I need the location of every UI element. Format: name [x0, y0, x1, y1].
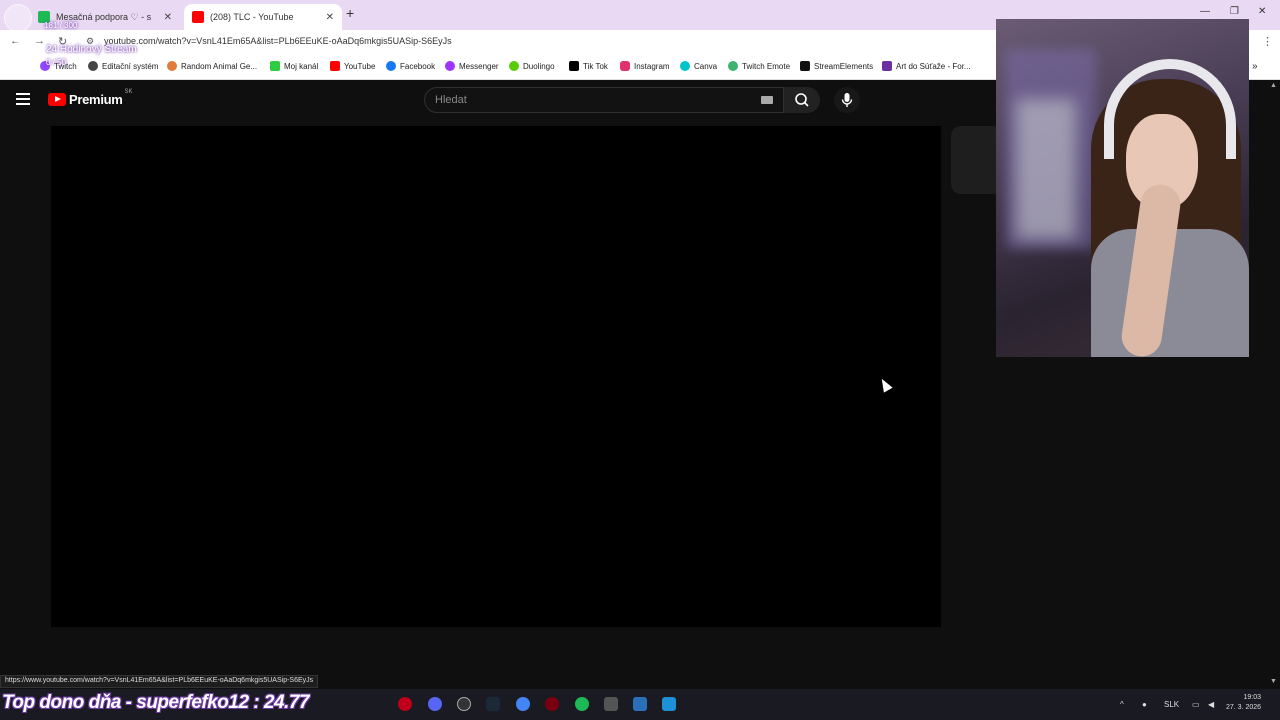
- bookmark-label: YouTube: [344, 61, 376, 71]
- spotify-icon[interactable]: [575, 697, 589, 711]
- goal-avatar-icon: [4, 4, 32, 32]
- region-code: SK: [124, 88, 133, 95]
- tiktok-icon: [569, 61, 579, 71]
- donation-banner: Top dono dňa - superfefko12 : 24.77: [2, 692, 309, 713]
- clock-date: 27. 3. 2026: [1226, 704, 1262, 711]
- volume-icon[interactable]: ◀: [1208, 700, 1214, 709]
- kick-icon: [270, 61, 280, 71]
- scroll-up-icon[interactable]: ▲: [1270, 82, 1277, 89]
- maximize-button[interactable]: ❐: [1230, 6, 1239, 17]
- webcam-background: [1016, 99, 1076, 239]
- tab-youtube[interactable]: (208) TLC - YouTube ✕: [184, 4, 342, 30]
- messenger-icon: [445, 61, 455, 71]
- file-explorer-icon[interactable]: [604, 697, 618, 711]
- playlist-panel[interactable]: [951, 126, 1001, 194]
- close-tab-icon[interactable]: ✕: [164, 12, 172, 23]
- search-input[interactable]: Hledat: [424, 87, 784, 113]
- youtube-play-icon: [48, 93, 66, 106]
- bookmark-messenger[interactable]: Messenger: [445, 61, 499, 71]
- youtube-icon: [330, 61, 340, 71]
- stream-subgoal: 0 / 50: [46, 58, 67, 67]
- webcam-overlay: [996, 19, 1249, 357]
- close-window-button[interactable]: ✕: [1258, 6, 1266, 17]
- search-button[interactable]: [784, 87, 820, 113]
- headset-icon: [1104, 59, 1236, 159]
- language-indicator[interactable]: SLK: [1164, 700, 1179, 709]
- bookmark-art-do-sutaze[interactable]: Art do Súťaže - For...: [882, 61, 971, 71]
- bookmark-youtube[interactable]: YouTube: [330, 61, 375, 71]
- url-field[interactable]: youtube.com/watch?v=VsnL41Em65A&list=PLb…: [104, 36, 452, 46]
- stream-title: 24 Hodinový Stream: [46, 44, 137, 55]
- menu-icon[interactable]: [16, 93, 30, 105]
- status-link-preview: https://www.youtube.com/watch?v=VsnL41Em…: [0, 675, 319, 688]
- bookmark-instagram[interactable]: Instagram: [620, 61, 670, 71]
- video-player[interactable]: [51, 126, 941, 627]
- bookmark-duolingo[interactable]: Duolingo: [509, 61, 555, 71]
- discord-icon[interactable]: [428, 697, 442, 711]
- edit-icon: [88, 61, 98, 71]
- browser-menu-icon[interactable]: ⋮: [1262, 35, 1273, 48]
- settings-icon[interactable]: [457, 697, 471, 711]
- list-icon: [882, 61, 892, 71]
- screen: Mesačná podpora ♡ - s ✕ (208) TLC - YouT…: [0, 0, 1280, 720]
- search-placeholder: Hledat: [435, 94, 467, 106]
- bookmark-label: StreamElements: [814, 61, 874, 71]
- frog-icon: [728, 61, 738, 71]
- bookmark-canva[interactable]: Canva: [680, 61, 717, 71]
- search-icon: [795, 93, 809, 107]
- duolingo-icon: [509, 61, 519, 71]
- bookmark-label: Moj kanál: [284, 61, 319, 71]
- bookmark-label: Facebook: [400, 61, 436, 71]
- opera-icon[interactable]: [398, 697, 412, 711]
- logo-text: Premium: [69, 92, 123, 107]
- bookmark-editacni-system[interactable]: Editační systém: [88, 61, 158, 71]
- minimize-button[interactable]: —: [1200, 6, 1210, 17]
- obs-icon[interactable]: [545, 697, 559, 711]
- bookmark-label: Random Animal Ge...: [181, 61, 258, 71]
- close-tab-icon[interactable]: ✕: [326, 12, 334, 23]
- bookmark-streamelements[interactable]: StreamElements: [800, 61, 873, 71]
- system-clock[interactable]: 19:03 27. 3. 2026: [1226, 693, 1261, 713]
- animal-icon: [167, 61, 177, 71]
- bookmark-label: Editační systém: [102, 61, 159, 71]
- bookmark-label: Duolingo: [523, 61, 555, 71]
- microphone-tray-icon[interactable]: ●: [1142, 700, 1147, 709]
- youtube-favicon: [192, 11, 204, 23]
- voice-search-button[interactable]: [834, 87, 860, 113]
- forward-icon[interactable]: →: [34, 35, 45, 47]
- youtube-premium-logo[interactable]: Premium SK: [48, 88, 133, 107]
- network-icon[interactable]: ▭: [1192, 700, 1200, 709]
- tray-expand-icon[interactable]: ^: [1120, 700, 1124, 709]
- streamelements-icon: [800, 61, 810, 71]
- stream-crown-icon: [4, 42, 36, 74]
- scroll-down-icon[interactable]: ▼: [1270, 678, 1277, 685]
- bookmark-twitch-emote[interactable]: Twitch Emote: [728, 61, 790, 71]
- facebook-icon: [386, 61, 396, 71]
- bookmark-facebook[interactable]: Facebook: [386, 61, 435, 71]
- tab-title: (208) TLC - YouTube: [210, 12, 294, 22]
- more-bookmarks-icon[interactable]: »: [1252, 61, 1258, 72]
- app-icon[interactable]: [633, 697, 647, 711]
- new-tab-button[interactable]: +: [346, 5, 354, 21]
- clock-time: 19:03: [1243, 694, 1262, 701]
- keyboard-icon[interactable]: [761, 96, 773, 104]
- chrome-icon[interactable]: [516, 697, 530, 711]
- bookmark-label: Instagram: [634, 61, 670, 71]
- goal-count: 181 / 300: [44, 21, 78, 30]
- bookmark-label: Tik Tok: [583, 61, 608, 71]
- bookmark-moj-kanal[interactable]: Moj kanál: [270, 61, 318, 71]
- bookmark-tiktok[interactable]: Tik Tok: [569, 61, 608, 71]
- bookmark-label: Canva: [694, 61, 718, 71]
- canva-icon: [680, 61, 690, 71]
- photos-icon[interactable]: [662, 697, 676, 711]
- microphone-icon: [841, 93, 853, 107]
- bookmark-label: Twitch Emote: [742, 61, 791, 71]
- bookmark-label: Art do Súťaže - For...: [896, 61, 971, 71]
- bookmark-random-animal[interactable]: Random Animal Ge...: [167, 61, 257, 71]
- steam-icon[interactable]: [486, 697, 500, 711]
- bookmark-label: Messenger: [459, 61, 499, 71]
- instagram-icon: [620, 61, 630, 71]
